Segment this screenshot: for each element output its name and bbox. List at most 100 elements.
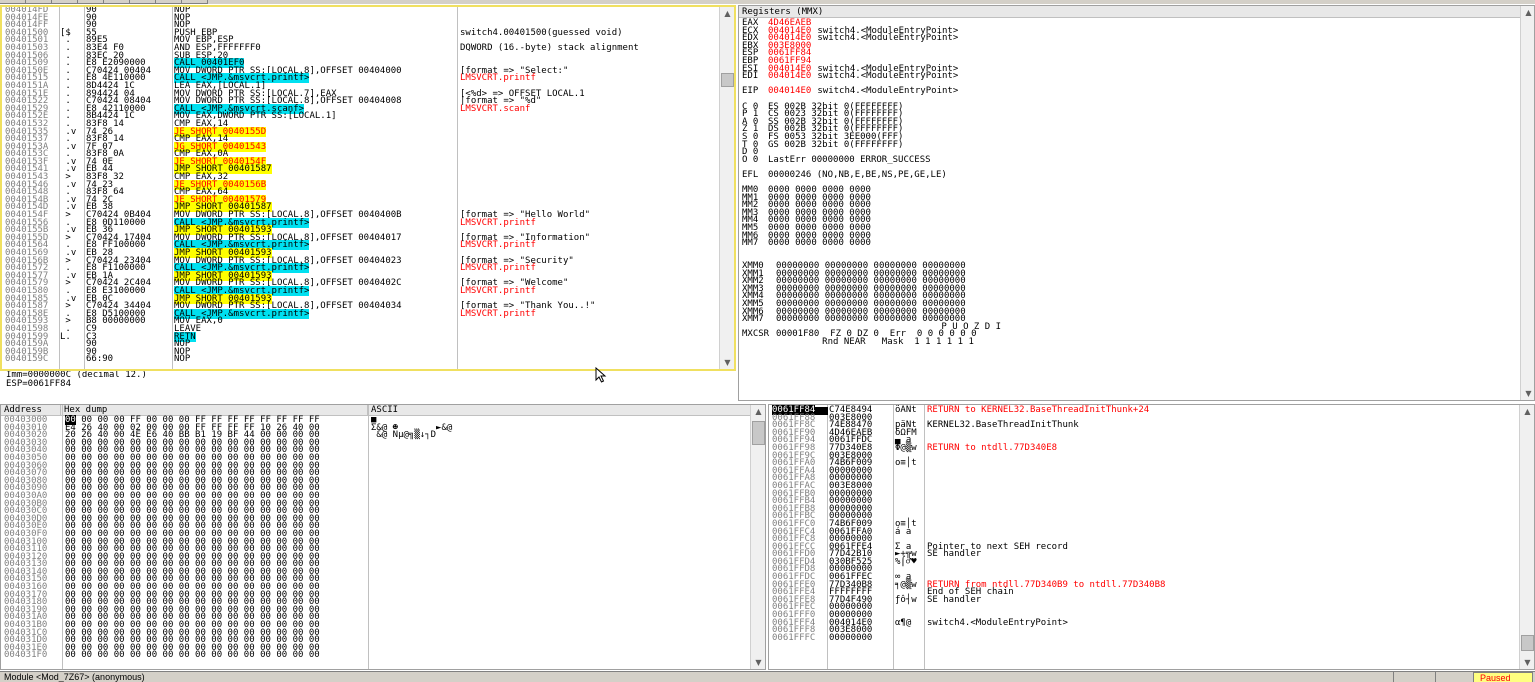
row-cell: LMSVCRT.printf [460, 286, 720, 296]
register-row[interactable]: MM7 0000 0000 0000 0000 [742, 238, 1007, 248]
dump-pane[interactable]: Address Hex dump ASCII 00403000 00403010 0… [0, 404, 766, 670]
stack-scrollbar[interactable]: ▲ ▼ [1519, 405, 1534, 669]
register-row[interactable]: Rnd NEAR Mask 1 1 1 1 1 1 [742, 337, 1007, 347]
mouse-cursor-icon [595, 367, 607, 383]
status-bar: Module <Mod_7Z67> (anonymous) Paused [0, 671, 1535, 682]
scroll-down-icon[interactable]: ▼ [1520, 656, 1534, 669]
scroll-up-icon[interactable]: ▲ [1521, 6, 1534, 19]
row-cell[interactable]: NOP [174, 7, 458, 15]
row-cell[interactable]: 004031F0 [4, 650, 62, 660]
stack-ascii-column: öÄNt päNt δΩFM ▄ a Φ@▒w o≡│t o≡│t á aΣ a ►+╦w %⌠♂… [895, 405, 925, 642]
scroll-down-icon[interactable]: ▼ [1521, 387, 1534, 400]
row-cell[interactable]: NOP [174, 340, 458, 349]
row-cell [895, 627, 925, 635]
row-cell [460, 166, 720, 174]
scroll-thumb[interactable] [752, 421, 765, 445]
scroll-down-icon[interactable]: ▼ [720, 356, 734, 369]
row-cell [927, 460, 1517, 468]
row-cell [460, 182, 720, 190]
scroll-thumb[interactable] [1521, 635, 1534, 651]
stack-ascii: ╕@▒w [895, 579, 917, 590]
row-cell [927, 566, 1517, 574]
row-cell[interactable]: NOP [174, 354, 458, 364]
disassembly-pane[interactable]: 004014FD 004014FE 004014FF 00401500 00401501… [0, 5, 736, 371]
row-cell [371, 516, 491, 524]
disasm-address[interactable]: 0040159C [5, 354, 48, 364]
row-cell [460, 151, 720, 159]
row-cell[interactable]: 00000000 [829, 633, 893, 643]
dump-address[interactable]: 004031F0 [4, 650, 47, 660]
toolbar-button[interactable] [0, 0, 26, 4]
disasm-scrollbar[interactable]: ▲ ▼ [719, 7, 734, 369]
disasm-comment: LMSVCRT.printf [460, 73, 536, 84]
disasm-flow-mark: L. [60, 331, 71, 342]
stack-address[interactable]: 0061FFFC [772, 633, 815, 643]
row-cell[interactable]: 00 00 00 00 00 00 00 00 00 00 00 00 00 0… [65, 650, 367, 660]
row-cell[interactable]: 0040159C [5, 354, 61, 364]
register-value[interactable]: Rnd NEAR Mask 1 1 1 1 1 1 [768, 337, 974, 347]
dump-scrollbar[interactable]: ▲ ▼ [750, 405, 765, 669]
stack-ascii: öÄNt [895, 405, 917, 415]
stack-pane[interactable]: 0061FF84 0061FF88 0061FF8C 0061FF90 0061FF94… [768, 404, 1535, 670]
row-cell [895, 498, 925, 506]
scroll-down-icon[interactable]: ▼ [751, 656, 765, 669]
row-cell[interactable]: NOP [174, 13, 458, 23]
toolbar-button[interactable] [104, 0, 130, 4]
dump-header-ascii[interactable]: ASCII [368, 405, 750, 416]
row-cell: End of SEH chain [927, 588, 1517, 597]
register-row[interactable] [742, 248, 1007, 256]
disasm-instruction[interactable]: NOP [174, 354, 190, 364]
row-cell[interactable]: NOP [174, 347, 458, 357]
row-cell [927, 453, 1517, 461]
scroll-up-icon[interactable]: ▲ [720, 7, 734, 20]
register-value[interactable]: 004014E0 [768, 86, 811, 96]
row-cell: Pointer to next SEH record [927, 542, 1517, 552]
scroll-up-icon[interactable]: ▲ [1520, 405, 1534, 418]
register-row[interactable]: O 0 LastErr 00000000 ERROR_SUCCESS [742, 154, 1007, 165]
register-value[interactable]: 00000246 (NO,NB,E,BE,NS,PE,GE,LE) [768, 170, 947, 180]
registers-scrollbar[interactable]: ▲ ▼ [1520, 6, 1534, 400]
register-value[interactable]: LastErr 00000000 ERROR_SUCCESS [768, 155, 931, 165]
row-cell [371, 478, 491, 486]
register-row[interactable]: EFL 00000246 (NO,NB,E,BE,NS,PE,GE,LE) [742, 169, 1007, 180]
row-cell[interactable]: RETN [174, 331, 458, 342]
row-cell: ƒô┤w [895, 595, 925, 605]
status-divider [1435, 672, 1471, 682]
register-name: O 0 [742, 154, 759, 165]
toolbar-button[interactable] [26, 0, 52, 4]
toolbar-button[interactable] [130, 0, 156, 4]
stack-comment: RETURN to KERNEL32.BaseThreadInitThunk+2… [927, 405, 1150, 415]
scroll-thumb[interactable] [721, 73, 734, 87]
row-cell[interactable]: MOV EAX,0 [174, 317, 458, 326]
disasm-comment: LMSVCRT.printf [460, 217, 536, 228]
row-cell: SE handler [927, 550, 1517, 559]
row-cell[interactable]: LEAVE [174, 324, 458, 334]
stack-value[interactable]: 00000000 [829, 633, 872, 643]
row-cell [460, 197, 720, 205]
toolbar-button[interactable] [52, 0, 78, 4]
scroll-up-icon[interactable]: ▲ [751, 405, 765, 418]
registers-pane[interactable]: Registers (MMX) EAX 4D46EAEB ECX 004014E0 sw… [738, 5, 1535, 401]
toolbar-button[interactable] [156, 0, 182, 4]
registers-title[interactable]: Registers (MMX) [739, 6, 1521, 18]
register-value[interactable]: 0000 0000 0000 0000 [768, 238, 871, 248]
row-cell [371, 501, 491, 509]
register-name: EDI [742, 71, 759, 82]
register-row[interactable]: EIP 004014E0 switch4.<ModuleEntryPoint> [742, 86, 1007, 97]
register-symbol: switch4.<ModuleEntryPoint> [817, 86, 959, 97]
toolbar-button[interactable] [78, 0, 104, 4]
dump-hex-bytes[interactable]: 00 00 00 00 00 00 00 00 00 00 00 00 00 0… [65, 650, 320, 660]
register-value[interactable]: 004014E0 [768, 71, 811, 81]
register-name: EFL [742, 169, 759, 180]
toolbar-button[interactable] [182, 0, 208, 4]
row-cell[interactable]: 0061FFFC [772, 633, 828, 643]
register-row[interactable]: T 0 GS 002B 32bit 0(FFFFFFFF) [742, 140, 1007, 150]
column-separator [172, 7, 173, 369]
register-row[interactable]: EDI 004014E0 switch4.<ModuleEntryPoint> [742, 71, 1007, 82]
row-cell [371, 455, 491, 463]
row-cell [460, 159, 720, 167]
stack-value-column: C74E8494 003E8000 74E88470 4D46EAEB 0061FFDC… [829, 406, 893, 643]
register-value[interactable]: GS 002B 32bit 0(FFFFFFFF) [768, 140, 903, 150]
row-cell [371, 576, 491, 584]
row-cell [371, 463, 491, 471]
